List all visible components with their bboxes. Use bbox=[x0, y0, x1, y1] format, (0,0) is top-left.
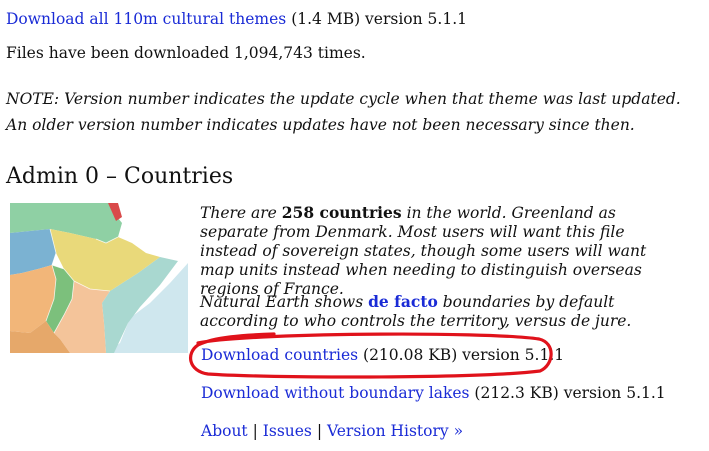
download-no-lakes-row: Download without boundary lakes (212.3 K… bbox=[201, 384, 666, 402]
countries-description: There are 258 countries in the world. Gr… bbox=[200, 203, 680, 299]
download-all-row: Download all 110m cultural themes (1.4 M… bbox=[6, 10, 467, 28]
desc1-prefix: There are bbox=[200, 204, 282, 222]
footer-separator: | bbox=[311, 422, 327, 440]
about-link[interactable]: About bbox=[201, 422, 248, 440]
version-history-link[interactable]: Version History » bbox=[327, 422, 463, 440]
download-all-meta: (1.4 MB) version 5.1.1 bbox=[286, 10, 467, 28]
desc2-prefix: Natural Earth shows bbox=[200, 293, 369, 311]
countries-count: 258 countries bbox=[281, 203, 402, 222]
section-title: Admin 0 – Countries bbox=[6, 164, 234, 189]
countries-map-thumbnail bbox=[10, 203, 188, 353]
red-highlight-circle bbox=[189, 332, 553, 379]
footer-separator: | bbox=[247, 422, 263, 440]
issues-link[interactable]: Issues bbox=[263, 422, 312, 440]
download-without-boundary-lakes-link[interactable]: Download without boundary lakes bbox=[201, 384, 470, 402]
boundaries-description: Natural Earth shows de facto boundaries … bbox=[200, 292, 680, 331]
de-facto-link[interactable]: de facto bbox=[368, 292, 438, 311]
footer-links: About | Issues | Version History » bbox=[201, 422, 463, 440]
download-count-text: Files have been downloaded 1,094,743 tim… bbox=[6, 44, 366, 62]
version-note: NOTE: Version number indicates the updat… bbox=[6, 90, 681, 134]
download-no-lakes-meta: (212.3 KB) version 5.1.1 bbox=[469, 384, 666, 402]
download-all-cultural-themes-link[interactable]: Download all 110m cultural themes bbox=[6, 10, 286, 28]
